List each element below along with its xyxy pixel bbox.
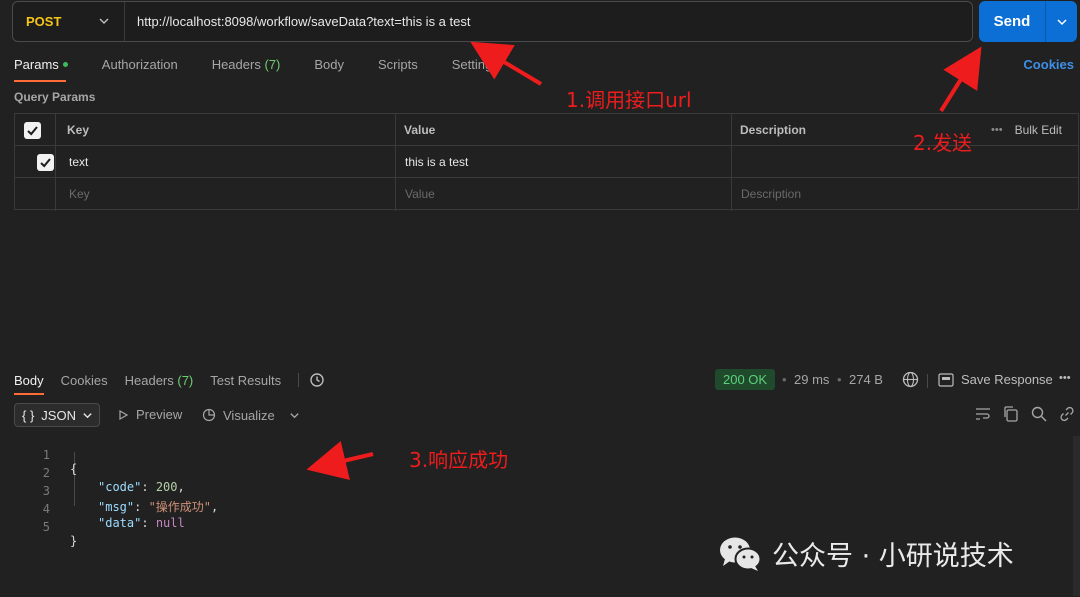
annotation-step1: 1.调用接口url xyxy=(566,88,692,112)
watermark-text: 公众号 · 小研说技术 xyxy=(772,541,1014,572)
annotation-step2: 2.发送 xyxy=(913,131,973,155)
arrow-to-url xyxy=(470,41,543,86)
annotation-step3: 3.响应成功 xyxy=(409,448,509,472)
annotation-arrows xyxy=(306,41,982,480)
arrow-to-send xyxy=(939,46,982,113)
watermark: 公众号 · 小研说技术 xyxy=(718,534,1014,573)
wechat-icon xyxy=(720,537,762,571)
arrow-to-response xyxy=(306,441,374,480)
